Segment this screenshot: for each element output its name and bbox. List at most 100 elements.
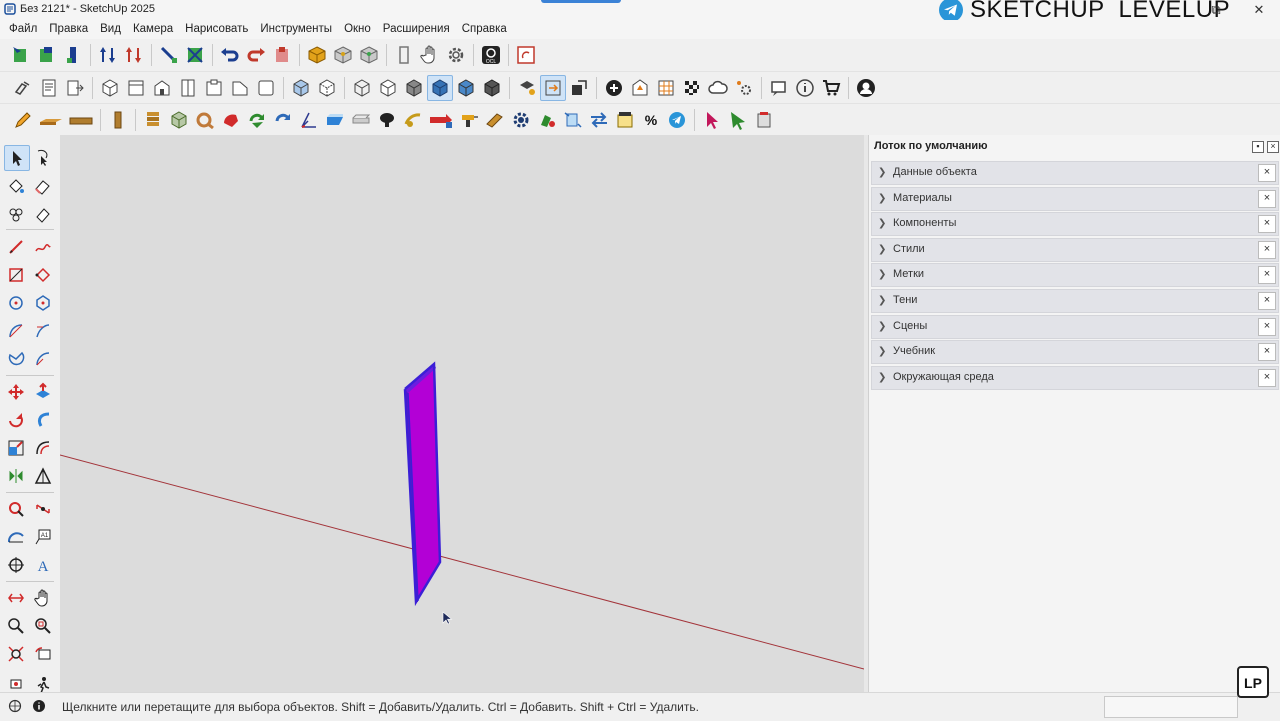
ocl-icon[interactable]: OCL xyxy=(478,42,504,68)
user-avatar-icon[interactable] xyxy=(853,75,879,101)
pink-cursor-icon[interactable] xyxy=(699,107,725,133)
close-icon[interactable]: × xyxy=(1258,343,1276,362)
paint-box-icon[interactable] xyxy=(514,75,540,101)
close-icon[interactable]: × xyxy=(1258,317,1276,336)
close-window-button[interactable]: ✕ xyxy=(1246,2,1272,18)
undo-blue-icon[interactable] xyxy=(217,42,243,68)
section-fill-icon[interactable] xyxy=(566,75,592,101)
axes-tool-icon[interactable] xyxy=(4,553,28,577)
checker-icon[interactable] xyxy=(679,75,705,101)
red-arrow-board-icon[interactable] xyxy=(426,107,456,133)
section-plane-icon[interactable] xyxy=(540,75,566,101)
3d-text-icon[interactable]: A xyxy=(31,553,55,577)
gear-blue-icon[interactable] xyxy=(508,107,534,133)
pan-hand-icon[interactable] xyxy=(31,586,55,610)
polygon-icon[interactable] xyxy=(31,291,55,315)
shaded-textures-icon[interactable] xyxy=(427,75,453,101)
info-status-icon[interactable] xyxy=(32,699,46,713)
back-view-icon[interactable] xyxy=(201,75,227,101)
tape-measure-icon[interactable] xyxy=(4,497,28,521)
top-view-icon[interactable] xyxy=(123,75,149,101)
cloud-icon[interactable] xyxy=(705,75,731,101)
settings-pin-icon[interactable] xyxy=(731,75,757,101)
rectangle-icon[interactable] xyxy=(4,263,28,287)
cutlist-red-icon[interactable] xyxy=(513,42,539,68)
percent-icon[interactable]: % xyxy=(638,107,664,133)
extension-warehouse-icon[interactable] xyxy=(627,75,653,101)
gear-icon[interactable] xyxy=(443,42,469,68)
previous-view-icon[interactable] xyxy=(31,642,55,666)
edge-band-icon[interactable] xyxy=(192,107,218,133)
two-point-arc-icon[interactable] xyxy=(31,319,55,343)
wireframe-icon[interactable] xyxy=(349,75,375,101)
left-view-icon[interactable] xyxy=(227,75,253,101)
text-label-icon[interactable]: A1 xyxy=(31,525,55,549)
menu-tools[interactable]: Инструменты xyxy=(254,20,338,39)
protractor-icon[interactable] xyxy=(4,525,28,549)
tape-icon[interactable] xyxy=(10,75,36,101)
drill-icon[interactable] xyxy=(456,107,482,133)
offset-icon[interactable] xyxy=(31,436,55,460)
chat-icon[interactable] xyxy=(766,75,792,101)
note-icon[interactable] xyxy=(612,107,638,133)
circle-icon[interactable] xyxy=(4,291,28,315)
tray-panel-tags[interactable]: ❯ Метки × xyxy=(871,263,1279,288)
hidden-line-icon[interactable] xyxy=(375,75,401,101)
back-edges-icon[interactable] xyxy=(314,75,340,101)
box-grey-icon[interactable] xyxy=(330,42,356,68)
tray-pin-icon[interactable]: ▪ xyxy=(1252,141,1264,153)
front-view-icon[interactable] xyxy=(149,75,175,101)
wood-tool-icon[interactable] xyxy=(482,107,508,133)
menu-view[interactable]: Вид xyxy=(94,20,127,39)
solid-tools-icon[interactable] xyxy=(31,464,55,488)
rotated-rectangle-icon[interactable] xyxy=(31,263,55,287)
tag-eraser-icon[interactable] xyxy=(31,203,55,227)
menu-draw[interactable]: Нарисовать xyxy=(179,20,254,39)
tray-panel-instructor[interactable]: ❯ Учебник × xyxy=(871,340,1279,365)
green-cursor-icon[interactable] xyxy=(725,107,751,133)
add-circle-icon[interactable] xyxy=(601,75,627,101)
tray-panel-scenes[interactable]: ❯ Сцены × xyxy=(871,314,1279,339)
shaded-icon[interactable] xyxy=(401,75,427,101)
close-icon[interactable]: × xyxy=(1258,189,1276,208)
flip-along-icon[interactable] xyxy=(4,464,28,488)
export-icon[interactable] xyxy=(62,75,88,101)
xray-icon[interactable] xyxy=(288,75,314,101)
stack-icon[interactable] xyxy=(140,107,166,133)
close-icon[interactable]: × xyxy=(1258,215,1276,234)
three-point-arc-icon[interactable] xyxy=(31,347,55,371)
monochrome-icon[interactable] xyxy=(453,75,479,101)
select-group-icon[interactable] xyxy=(34,42,60,68)
freehand-icon[interactable] xyxy=(31,235,55,259)
push-pull-icon[interactable] xyxy=(31,380,55,404)
bar-select-icon[interactable] xyxy=(60,42,86,68)
paint-bucket-icon[interactable] xyxy=(4,174,28,198)
close-icon[interactable]: × xyxy=(1258,164,1276,182)
document-icon[interactable] xyxy=(36,75,62,101)
tray-panel-environment[interactable]: ❯ Окружающая среда × xyxy=(871,365,1279,390)
close-icon[interactable]: × xyxy=(1258,266,1276,285)
dimension-icon[interactable] xyxy=(31,497,55,521)
tray-panel-shadows[interactable]: ❯ Тени × xyxy=(871,288,1279,313)
arrows-red-icon[interactable] xyxy=(121,42,147,68)
zoom-window-icon[interactable] xyxy=(31,614,55,638)
section-plane-tool-icon[interactable] xyxy=(4,586,28,610)
pie-icon[interactable] xyxy=(4,347,28,371)
select-component-icon[interactable] xyxy=(8,42,34,68)
purple-panel-object[interactable] xyxy=(403,361,442,607)
close-icon[interactable]: × xyxy=(1258,291,1276,310)
eraser-icon[interactable] xyxy=(31,174,55,198)
redo-red-icon[interactable] xyxy=(243,42,269,68)
tray-panel-materials[interactable]: ❯ Материалы × xyxy=(871,186,1279,211)
pencil-icon[interactable] xyxy=(10,107,36,133)
axes-icon[interactable] xyxy=(296,107,322,133)
menu-extensions[interactable]: Расширения xyxy=(377,20,456,39)
panel-icon[interactable] xyxy=(391,42,417,68)
dark-box-icon[interactable] xyxy=(479,75,505,101)
flip-icon[interactable] xyxy=(182,42,208,68)
green-rotate-icon[interactable] xyxy=(244,107,270,133)
measurements-box[interactable] xyxy=(1104,696,1238,718)
telegram-small-icon[interactable] xyxy=(664,107,690,133)
flat-panel-icon[interactable] xyxy=(348,107,374,133)
line-icon[interactable] xyxy=(4,235,28,259)
